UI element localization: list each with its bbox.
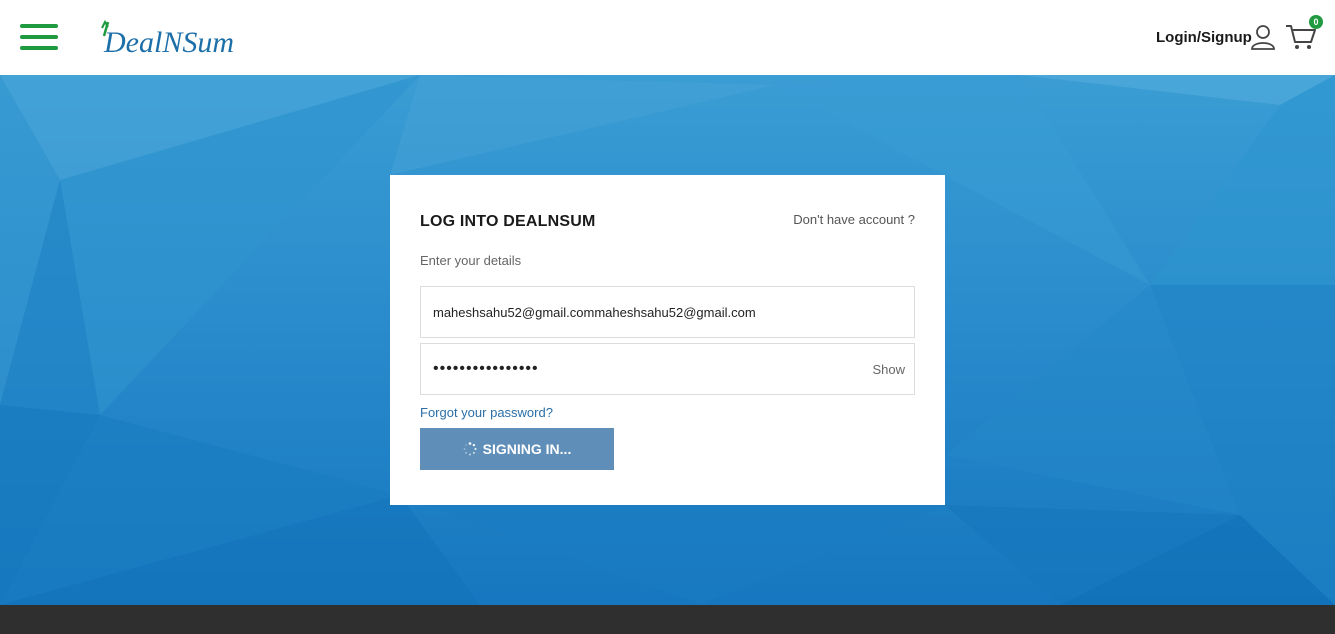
- menu-bar: [20, 24, 58, 28]
- site-header: DealNSum Login/Signup 0: [0, 0, 1335, 75]
- spinner-icon: [463, 442, 477, 456]
- login-card: LOG INTO DEALNSUM Don't have account ? E…: [390, 175, 945, 505]
- forgot-password-link[interactable]: Forgot your password?: [420, 405, 553, 420]
- menu-bar: [20, 46, 58, 50]
- user-icon[interactable]: [1249, 23, 1277, 51]
- email-input[interactable]: [421, 287, 914, 337]
- cart-count-badge: 0: [1309, 15, 1323, 29]
- dealnsum-logo[interactable]: DealNSum: [100, 16, 260, 58]
- email-field-wrapper: [420, 286, 915, 338]
- site-footer: [0, 605, 1335, 634]
- show-password-toggle[interactable]: Show: [872, 362, 905, 377]
- hamburger-menu-icon[interactable]: [20, 24, 58, 50]
- login-subtitle: Enter your details: [420, 253, 522, 268]
- logo-graphic: DealNSum: [101, 19, 234, 58]
- signing-in-label: SIGNING IN...: [482, 441, 572, 457]
- signup-link[interactable]: Don't have account ?: [793, 212, 915, 227]
- password-input[interactable]: [421, 344, 914, 394]
- logo-text: DealNSum: [103, 26, 234, 58]
- login-title: LOG INTO DEALNSUM: [420, 213, 596, 230]
- signing-in-button[interactable]: SIGNING IN...: [420, 428, 614, 470]
- menu-bar: [20, 35, 58, 39]
- login-signup-link[interactable]: Login/Signup: [1156, 29, 1252, 46]
- password-field-wrapper: Show: [420, 343, 915, 395]
